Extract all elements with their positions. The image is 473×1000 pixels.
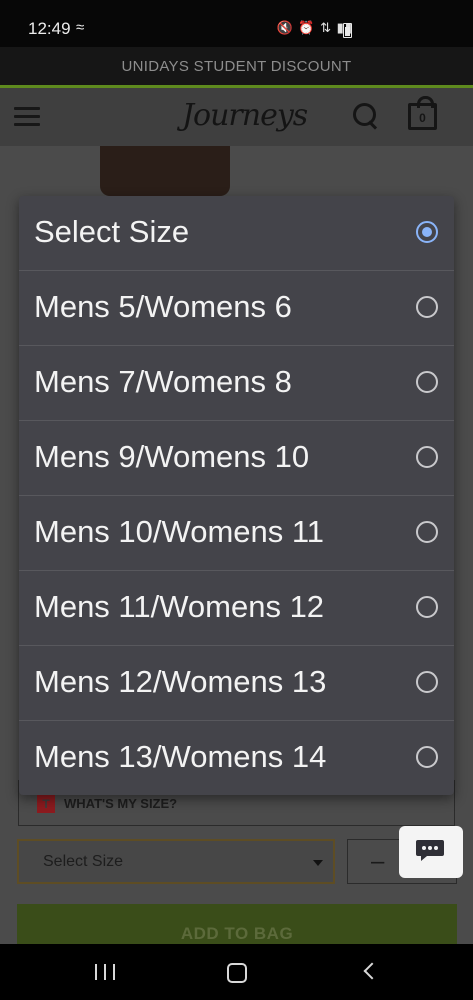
size-option[interactable]: Mens 11/Womens 12 [19,571,454,646]
size-option[interactable]: Mens 12/Womens 13 [19,646,454,721]
chevron-down-icon [313,860,323,866]
status-bar: 12:49 ≈ 🔇 ⏰ ⇅ ▮▮ [0,0,473,47]
product-image [100,146,230,196]
battery-icon [343,23,352,38]
search-icon[interactable] [353,103,379,131]
brand-logo[interactable]: Journeys [182,98,308,133]
cart-icon[interactable]: 0 [408,96,437,130]
size-option-label: Mens 7/Womens 8 [34,364,292,399]
size-option[interactable]: Mens 5/Womens 6 [19,271,454,346]
size-option-label: Mens 11/Womens 12 [34,589,325,624]
promo-banner[interactable]: UNIDAYS STUDENT DISCOUNT [0,47,473,88]
size-select-value: Select Size [43,853,124,870]
size-option[interactable]: Mens 7/Womens 8 [19,346,454,421]
size-option-label: Mens 13/Womens 14 [34,739,327,774]
radio-icon[interactable] [416,521,438,543]
size-option[interactable]: Mens 9/Womens 10 [19,421,454,496]
home-icon[interactable] [227,963,247,983]
size-option[interactable]: Mens 10/Womens 11 [19,496,454,571]
radio-icon[interactable] [416,371,438,393]
radio-selected-icon[interactable] [416,221,438,243]
status-icons: 🔇 ⏰ ⇅ ▮▮ [276,20,353,35]
back-icon[interactable] [363,962,381,980]
radio-icon[interactable] [416,746,438,768]
size-option-label: Mens 9/Womens 10 [34,439,310,474]
size-option[interactable]: Select Size [19,196,454,271]
recent-apps-icon[interactable] [95,964,116,980]
radio-icon[interactable] [416,671,438,693]
site-header: Journeys 0 [0,88,473,146]
size-option-label: Mens 10/Womens 11 [34,514,325,549]
radio-icon[interactable] [416,446,438,468]
radio-icon[interactable] [416,296,438,318]
wifi-calling-icon: ≈ [76,19,85,36]
size-option[interactable]: Mens 13/Womens 14 [19,721,454,795]
size-picker-dialog: Select Size Mens 5/Womens 6 Mens 7/Women… [19,196,454,795]
size-select[interactable]: Select Size [17,839,335,884]
size-guide-badge: T [37,795,55,813]
status-time: 12:49 [28,19,71,38]
size-guide-label: WHAT'S MY SIZE? [64,796,178,811]
hamburger-menu-icon[interactable] [14,107,40,127]
radio-icon[interactable] [416,596,438,618]
size-option-label: Mens 12/Womens 13 [34,664,327,699]
size-option-label: Select Size [34,214,190,249]
size-option-label: Mens 5/Womens 6 [34,289,292,324]
quantity-minus-button[interactable]: – [371,848,384,876]
chat-icon [416,840,444,861]
navigation-bar [0,944,473,1000]
chat-button[interactable] [399,826,463,878]
